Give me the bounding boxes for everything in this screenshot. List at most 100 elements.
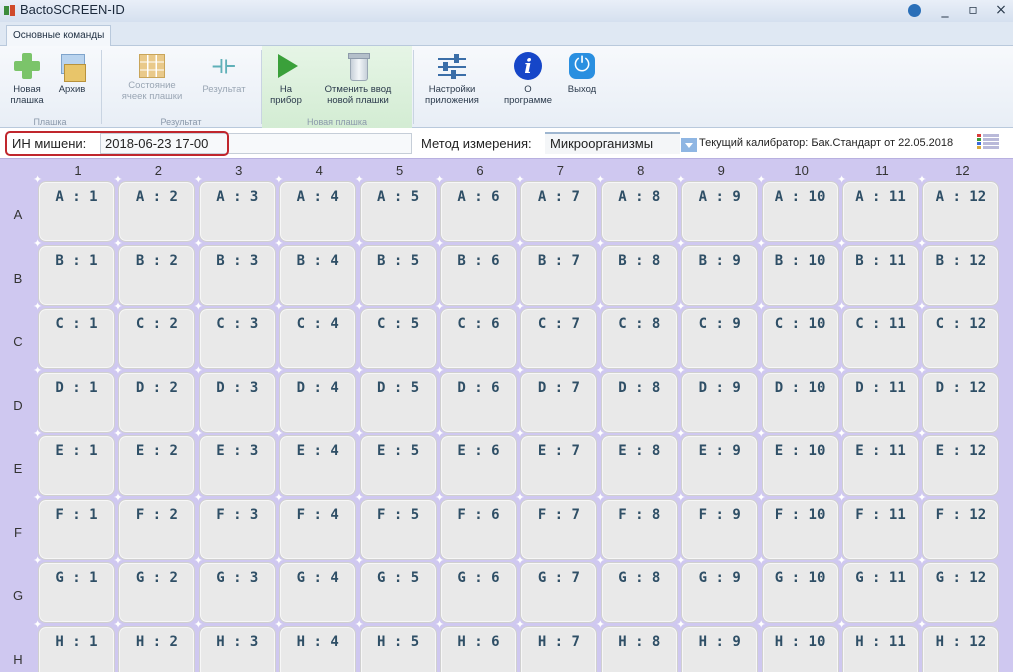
plate-well[interactable]: B : 2	[113, 237, 196, 306]
plate-well[interactable]: B : 8	[596, 237, 678, 306]
plate-well[interactable]: B : 4	[274, 237, 357, 306]
app-settings-button[interactable]: Настройки приложения	[420, 50, 484, 106]
plate-well[interactable]: H : 8	[596, 618, 678, 672]
new-plate-button[interactable]: Новая плашка	[4, 50, 50, 106]
plate-well[interactable]: D : 3	[194, 364, 276, 433]
plate-well[interactable]: D : 4	[274, 364, 357, 433]
plate-well[interactable]: C : 1	[33, 300, 115, 369]
plate-well[interactable]: H : 6	[435, 618, 517, 672]
plate-well[interactable]: F : 3	[194, 491, 276, 560]
exit-button[interactable]: Выход	[560, 50, 604, 95]
plate-well[interactable]: E : 3	[194, 427, 276, 496]
plate-well[interactable]: C : 12	[917, 300, 1000, 369]
plate-well[interactable]: A : 10	[757, 173, 839, 242]
about-button[interactable]: О программе	[498, 50, 558, 106]
plate-well[interactable]: G : 4	[274, 554, 357, 623]
close-button[interactable]: ×	[993, 2, 1009, 18]
plate-well[interactable]: G : 8	[596, 554, 678, 623]
plate-well[interactable]: E : 5	[355, 427, 437, 496]
plate-well[interactable]: D : 5	[355, 364, 437, 433]
plate-well[interactable]: B : 10	[757, 237, 839, 306]
plate-well[interactable]: G : 11	[837, 554, 919, 623]
legend-icon[interactable]	[977, 133, 999, 153]
plate-well[interactable]: G : 10	[757, 554, 839, 623]
plate-well[interactable]: C : 11	[837, 300, 919, 369]
method-select[interactable]: Микроорганизмы	[545, 132, 680, 154]
archive-button[interactable]: Архив	[52, 50, 92, 95]
plate-well[interactable]: H : 11	[837, 618, 919, 672]
plate-well[interactable]: A : 11	[837, 173, 919, 242]
result-button[interactable]: Результат	[194, 50, 254, 95]
plate-well[interactable]: G : 12	[917, 554, 1000, 623]
plate-well[interactable]: E : 1	[33, 427, 115, 496]
plate-well[interactable]: A : 12	[917, 173, 1000, 242]
plate-well[interactable]: G : 2	[113, 554, 196, 623]
plate-well[interactable]: A : 7	[515, 173, 598, 242]
plate-well[interactable]: D : 1	[33, 364, 115, 433]
plate-well[interactable]: C : 10	[757, 300, 839, 369]
plate-well[interactable]: C : 7	[515, 300, 598, 369]
plate-well[interactable]: E : 11	[837, 427, 919, 496]
plate-well[interactable]: H : 10	[757, 618, 839, 672]
plate-well[interactable]: C : 8	[596, 300, 678, 369]
plate-well[interactable]: C : 3	[194, 300, 276, 369]
plate-well[interactable]: H : 4	[274, 618, 357, 672]
plate-well[interactable]: E : 10	[757, 427, 839, 496]
cancel-new-plate-button[interactable]: Отменить ввод новой плашки	[308, 50, 408, 106]
plate-well[interactable]: A : 4	[274, 173, 357, 242]
well-status-button[interactable]: Состояние ячеек плашки	[112, 50, 192, 102]
plate-well[interactable]: C : 4	[274, 300, 357, 369]
plate-well[interactable]: E : 6	[435, 427, 517, 496]
plate-well[interactable]: A : 5	[355, 173, 437, 242]
plate-well[interactable]: F : 6	[435, 491, 517, 560]
tab-main-commands[interactable]: Основные команды	[6, 25, 112, 47]
plate-well[interactable]: F : 11	[837, 491, 919, 560]
minimize-button[interactable]: _	[937, 2, 953, 18]
plate-well[interactable]: F : 2	[113, 491, 196, 560]
plate-well[interactable]: F : 1	[33, 491, 115, 560]
plate-well[interactable]: H : 12	[917, 618, 1000, 672]
plate-well[interactable]: E : 4	[274, 427, 357, 496]
plate-well[interactable]: C : 9	[676, 300, 759, 369]
plate-well[interactable]: F : 5	[355, 491, 437, 560]
plate-well[interactable]: B : 6	[435, 237, 517, 306]
plate-well[interactable]: A : 1	[33, 173, 115, 242]
plate-well[interactable]: D : 6	[435, 364, 517, 433]
plate-well[interactable]: G : 7	[515, 554, 598, 623]
plate-well[interactable]: G : 6	[435, 554, 517, 623]
plate-well[interactable]: B : 1	[33, 237, 115, 306]
to-device-button[interactable]: На прибор	[266, 50, 306, 106]
plate-well[interactable]: G : 1	[33, 554, 115, 623]
plate-well[interactable]: A : 3	[194, 173, 276, 242]
plate-well[interactable]: E : 7	[515, 427, 598, 496]
plate-well[interactable]: F : 8	[596, 491, 678, 560]
plate-well[interactable]: B : 12	[917, 237, 1000, 306]
plate-well[interactable]: F : 9	[676, 491, 759, 560]
plate-well[interactable]: C : 2	[113, 300, 196, 369]
plate-well[interactable]: E : 12	[917, 427, 1000, 496]
plate-well[interactable]: D : 12	[917, 364, 1000, 433]
plate-well[interactable]: H : 9	[676, 618, 759, 672]
plate-well[interactable]: D : 10	[757, 364, 839, 433]
plate-well[interactable]: D : 2	[113, 364, 196, 433]
plate-well[interactable]: A : 6	[435, 173, 517, 242]
chevron-down-icon[interactable]	[681, 138, 697, 152]
plate-well[interactable]: B : 9	[676, 237, 759, 306]
plate-well[interactable]: C : 6	[435, 300, 517, 369]
plate-well[interactable]: B : 11	[837, 237, 919, 306]
plate-well[interactable]: G : 9	[676, 554, 759, 623]
plate-well[interactable]: E : 8	[596, 427, 678, 496]
plate-well[interactable]: A : 9	[676, 173, 759, 242]
plate-well[interactable]: D : 7	[515, 364, 598, 433]
plate-well[interactable]: F : 12	[917, 491, 1000, 560]
plate-well[interactable]: F : 4	[274, 491, 357, 560]
help-icon[interactable]	[908, 3, 921, 17]
plate-well[interactable]: A : 2	[113, 173, 196, 242]
plate-well[interactable]: G : 3	[194, 554, 276, 623]
plate-well[interactable]: B : 3	[194, 237, 276, 306]
plate-well[interactable]: H : 7	[515, 618, 598, 672]
plate-well[interactable]: G : 5	[355, 554, 437, 623]
plate-well[interactable]: F : 7	[515, 491, 598, 560]
plate-well[interactable]: D : 8	[596, 364, 678, 433]
plate-well[interactable]: D : 9	[676, 364, 759, 433]
